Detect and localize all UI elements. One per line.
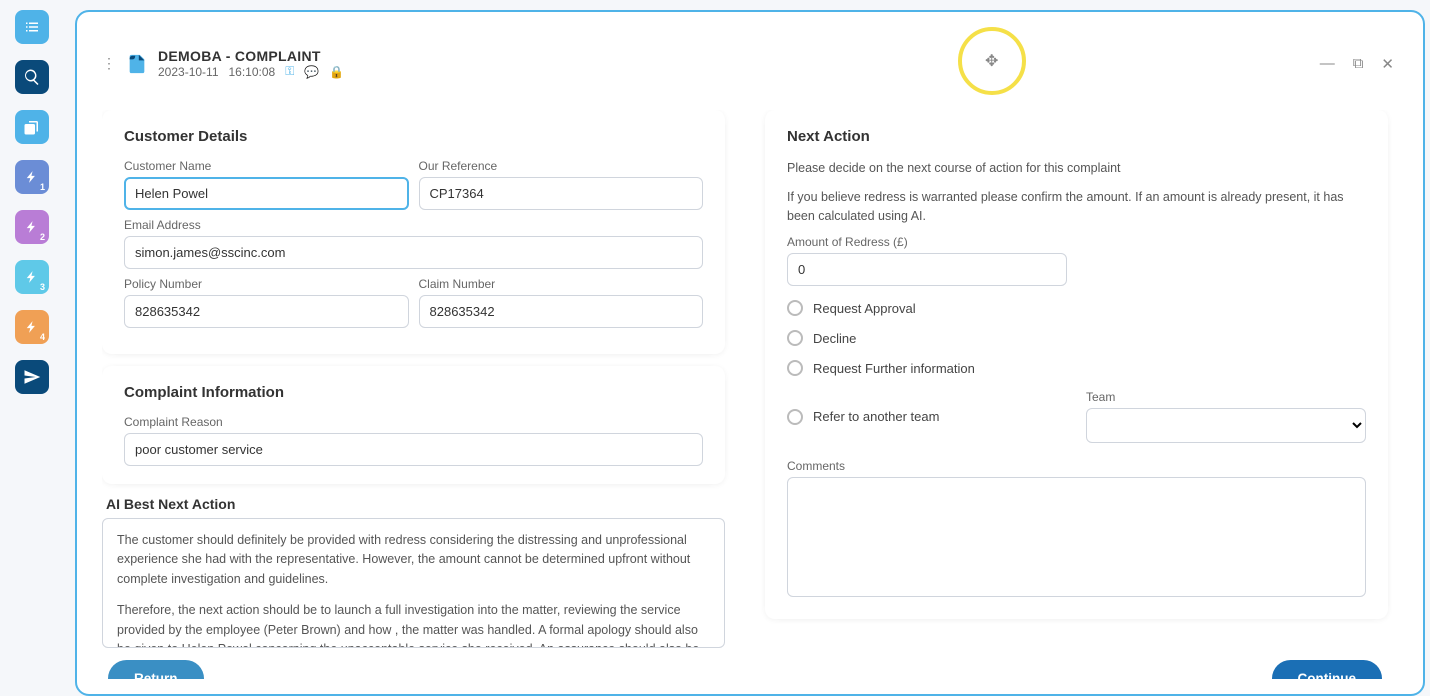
radio-request-further-label: Request Further information bbox=[813, 361, 975, 376]
sidebar: 1 2 3 4 bbox=[0, 0, 75, 696]
team-label: Team bbox=[1086, 390, 1366, 404]
minimize-button[interactable]: — bbox=[1316, 55, 1339, 72]
customer-name-label: Customer Name bbox=[124, 159, 409, 173]
ai-paragraph-1: The customer should definitely be provid… bbox=[117, 531, 710, 589]
radio-decline-label: Decline bbox=[813, 331, 856, 346]
comments-textarea[interactable] bbox=[787, 477, 1366, 597]
complaint-reason-label: Complaint Reason bbox=[124, 415, 703, 429]
customer-details-card: Customer Details Customer Name Our Refer… bbox=[102, 110, 725, 354]
nav-copy-button[interactable] bbox=[15, 110, 49, 144]
nav-list-button[interactable] bbox=[15, 10, 49, 44]
key-icon[interactable]: ⚿ bbox=[285, 64, 294, 79]
ai-paragraph-2: Therefore, the next action should be to … bbox=[117, 601, 710, 648]
document-icon bbox=[126, 53, 148, 75]
comments-label: Comments bbox=[787, 459, 1366, 473]
drag-handle-icon[interactable]: ⋮ bbox=[102, 55, 116, 72]
panel-header: ⋮ DEMOBA - COMPLAINT 2023-10-11 16:10:08… bbox=[102, 32, 1398, 95]
email-label: Email Address bbox=[124, 218, 703, 232]
return-button[interactable]: Return bbox=[108, 660, 204, 679]
team-select[interactable] bbox=[1086, 408, 1366, 443]
nav-bolt-2-button[interactable]: 2 bbox=[15, 210, 49, 244]
chat-icon[interactable]: 💬 bbox=[304, 65, 319, 79]
close-button[interactable]: ✕ bbox=[1377, 55, 1398, 73]
radio-request-approval-label: Request Approval bbox=[813, 301, 916, 316]
next-action-help-2: If you believe redress is warranted plea… bbox=[787, 188, 1366, 226]
policy-number-label: Policy Number bbox=[124, 277, 409, 291]
radio-request-further[interactable] bbox=[787, 360, 803, 376]
header-date: 2023-10-11 bbox=[158, 65, 219, 79]
our-reference-label: Our Reference bbox=[419, 159, 704, 173]
email-input[interactable] bbox=[124, 236, 703, 269]
next-action-help-1: Please decide on the next course of acti… bbox=[787, 159, 1366, 178]
radio-request-approval[interactable] bbox=[787, 300, 803, 316]
radio-refer-team[interactable] bbox=[787, 409, 803, 425]
highlight-ring: ✥ bbox=[958, 27, 1026, 95]
nav-send-button[interactable] bbox=[15, 360, 49, 394]
claim-number-label: Claim Number bbox=[419, 277, 704, 291]
next-action-title: Next Action bbox=[787, 128, 1366, 145]
nav-bolt-4-button[interactable]: 4 bbox=[15, 310, 49, 344]
customer-section-title: Customer Details bbox=[124, 128, 703, 145]
header-time: 16:10:08 bbox=[229, 65, 276, 79]
nav-search-button[interactable] bbox=[15, 60, 49, 94]
main-panel: ⋮ DEMOBA - COMPLAINT 2023-10-11 16:10:08… bbox=[75, 10, 1425, 696]
popout-button[interactable]: ⧉ bbox=[1349, 55, 1368, 72]
complaint-info-card: Complaint Information Complaint Reason bbox=[102, 366, 725, 484]
next-action-card: Next Action Please decide on the next co… bbox=[765, 110, 1388, 619]
nav-bolt-1-button[interactable]: 1 bbox=[15, 160, 49, 194]
redress-amount-input[interactable] bbox=[787, 253, 1067, 286]
complaint-reason-input[interactable] bbox=[124, 433, 703, 466]
claim-number-input[interactable] bbox=[419, 295, 704, 328]
ai-recommendation-box[interactable]: The customer should definitely be provid… bbox=[102, 518, 725, 648]
policy-number-input[interactable] bbox=[124, 295, 409, 328]
nav-bolt-3-button[interactable]: 3 bbox=[15, 260, 49, 294]
complaint-section-title: Complaint Information bbox=[124, 384, 703, 401]
redress-amount-label: Amount of Redress (£) bbox=[787, 235, 1067, 249]
move-cursor-icon[interactable]: ✥ bbox=[985, 51, 998, 71]
continue-button[interactable]: Continue bbox=[1272, 660, 1383, 679]
radio-decline[interactable] bbox=[787, 330, 803, 346]
our-reference-input[interactable] bbox=[419, 177, 704, 210]
ai-section-title: AI Best Next Action bbox=[106, 496, 725, 512]
page-title: DEMOBA - COMPLAINT bbox=[158, 48, 344, 64]
radio-refer-team-label: Refer to another team bbox=[813, 409, 939, 424]
lock-icon[interactable]: 🔒 bbox=[329, 65, 344, 79]
customer-name-input[interactable] bbox=[124, 177, 409, 210]
